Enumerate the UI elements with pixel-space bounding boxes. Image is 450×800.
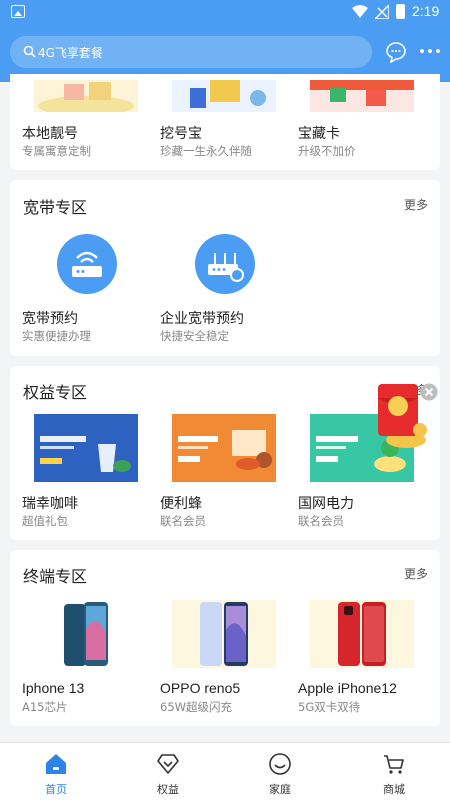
section-title: 宽带专区: [23, 198, 88, 217]
item-subtitle: A15芯片: [22, 700, 68, 714]
tab-label: 权益: [157, 783, 179, 796]
diamond-icon: [157, 754, 179, 774]
item-subtitle: 5G双卡双待: [298, 700, 361, 714]
section-title: 终端专区: [23, 567, 88, 586]
enterprise-broadband-button[interactable]: [195, 234, 255, 294]
more-link[interactable]: 更多: [404, 565, 428, 582]
tab-label: 商城: [383, 783, 405, 796]
tab-home[interactable]: 首页: [0, 743, 112, 800]
treasure-card-thumbnail[interactable]: [310, 80, 414, 112]
close-ad-icon[interactable]: [420, 383, 438, 401]
tab-benefits[interactable]: 权益: [112, 743, 224, 800]
cart-icon: [384, 755, 404, 774]
tab-mall[interactable]: 商城: [338, 743, 450, 800]
tab-label: 首页: [45, 783, 67, 796]
broadband-section: 宽带专区 更多 宽带预约 实惠便捷办理 企业宽带预约 快捷安全稳定: [10, 180, 440, 356]
search-bar[interactable]: 4G飞享套餐: [10, 36, 372, 68]
item-subtitle: 实惠便捷办理: [22, 329, 91, 343]
search-icon: [23, 45, 36, 58]
item-name[interactable]: 便利蜂: [160, 493, 202, 513]
status-time: 2:19: [412, 3, 440, 19]
iphone13-image[interactable]: [34, 600, 138, 668]
item-subtitle: 联名会员: [298, 514, 344, 528]
tab-label: 家庭: [269, 783, 291, 796]
item-name[interactable]: OPPO reno5: [160, 680, 240, 696]
item-subtitle: 快捷安全稳定: [160, 329, 229, 343]
item-name[interactable]: 国网电力: [298, 493, 354, 513]
enterprise-router-icon: [208, 253, 244, 282]
more-link[interactable]: 更多: [404, 196, 428, 213]
bottom-navigation: 首页 权益 家庭 商城: [0, 742, 450, 800]
wahaobao-thumbnail[interactable]: [172, 80, 276, 112]
oppo-reno5-image[interactable]: [172, 600, 276, 668]
item-subtitle: 专属寓意定制: [22, 144, 91, 158]
item-subtitle: 升级不加价: [298, 144, 356, 158]
number-card: 本地靓号 专属寓意定制 挖号宝 珍藏一生永久伴随 宝藏卡 升级不加价: [10, 74, 440, 170]
more-options-icon[interactable]: [420, 49, 440, 55]
status-bar: 2:19: [0, 0, 450, 24]
router-icon: [72, 251, 102, 277]
item-name[interactable]: 宝藏卡: [298, 123, 340, 143]
smile-icon: [269, 753, 291, 775]
home-icon: [46, 754, 66, 774]
item-subtitle: 联名会员: [160, 514, 206, 528]
item-name[interactable]: 挖号宝: [160, 123, 202, 143]
section-title: 权益专区: [23, 383, 88, 402]
tab-family[interactable]: 家庭: [224, 743, 336, 800]
terminal-section: 终端专区 更多 Iphone 13 A15芯片 OPPO reno5 65W超级…: [10, 550, 440, 726]
app-header: 2:19 4G飞享套餐: [0, 0, 450, 82]
wifi-icon: [352, 5, 368, 18]
item-name[interactable]: 企业宽带预约: [160, 308, 244, 328]
item-name[interactable]: Apple iPhone12: [298, 680, 397, 696]
local-number-thumbnail[interactable]: [34, 80, 138, 112]
item-name[interactable]: 宽带预约: [22, 308, 78, 328]
luckin-coffee-banner[interactable]: [34, 414, 138, 482]
message-icon[interactable]: [385, 41, 407, 63]
image-notification-icon: [11, 5, 25, 18]
item-name[interactable]: 本地靓号: [22, 123, 78, 143]
item-subtitle: 65W超级闪充: [160, 700, 233, 714]
search-placeholder: 4G飞享套餐: [38, 46, 103, 60]
item-name[interactable]: 瑞幸咖啡: [22, 493, 78, 513]
no-signal-icon: [375, 5, 389, 19]
bianlifeng-banner[interactable]: [172, 414, 276, 482]
broadband-booking-button[interactable]: [57, 234, 117, 294]
battery-icon: [396, 4, 405, 19]
item-subtitle: 珍藏一生永久伴随: [160, 144, 252, 158]
iphone12-image[interactable]: [310, 600, 414, 668]
item-subtitle: 超值礼包: [22, 514, 68, 528]
floating-red-envelope-ad[interactable]: [372, 382, 438, 452]
item-name[interactable]: Iphone 13: [22, 680, 84, 696]
